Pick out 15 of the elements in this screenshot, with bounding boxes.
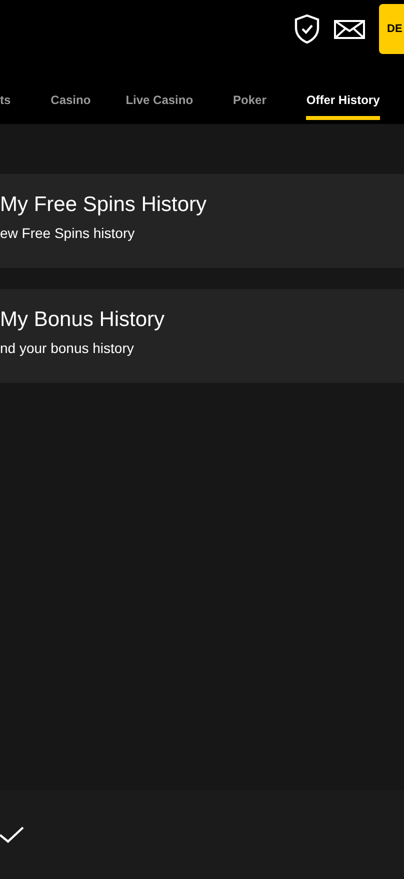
nav-tab[interactable]: Live Casino — [126, 91, 194, 120]
card-subtitle: ew Free Spins history — [0, 224, 135, 243]
nav-tab[interactable]: Casino — [50, 91, 91, 120]
history-card[interactable]: My Bonus History nd your bonus history — [0, 289, 404, 383]
nav-tab[interactable]: Offer History — [306, 91, 380, 120]
deposit-button[interactable]: DE — [379, 4, 404, 54]
nav-tab[interactable]: ts — [0, 91, 11, 120]
card-title: My Free Spins History — [0, 192, 207, 218]
checkmark-icon[interactable] — [0, 826, 24, 843]
shield-check-icon[interactable] — [294, 14, 320, 44]
card-title: My Bonus History — [0, 307, 165, 334]
mail-icon[interactable] — [334, 20, 365, 39]
nav-tab[interactable]: Poker — [233, 91, 266, 120]
history-card[interactable]: My Free Spins History ew Free Spins history — [0, 174, 404, 268]
card-subtitle: nd your bonus history — [0, 338, 134, 358]
